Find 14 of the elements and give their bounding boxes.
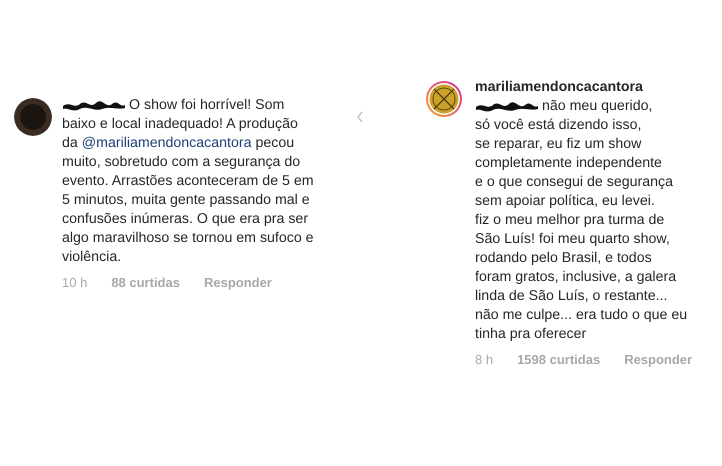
mention-link[interactable]: @mariliamendoncacantora [82,135,252,151]
comment-time: 8 h [475,351,494,369]
comment-text: não meu querido, só você está dizendo isso, se reparar, eu fiz um show completamente independente e o que consegui de segurança sem apoiar política, eu levei. fiz o meu melhor pra turma de São Luís! foi meu quarto show, rodando pelo Brasil, e todos foram gratos, inclusive, a galera linda de São Luís, o restante... não me culpe... era tudo o que eu tinha pra oferecer [475,97,688,344]
avatar[interactable] [14,98,52,136]
reply-link[interactable]: Responder [624,350,692,369]
comment-text: O show foi horrível! Som baixo e local inadequado! A produção da @mariliamendoncacantora pecou muito, sobretudo com a segurança do evento. Arrastões aconteceram de 5 em 5 minutos, muita gente passando mal e confusões inúmeras. O que era pra ser algo maravilhoso se tornou em sufoco e violência. [62,96,314,267]
username[interactable]: mariliamendoncacantora [475,78,643,97]
likes-count[interactable]: 1598 curtidas [517,350,600,369]
avatar[interactable] [425,80,463,118]
comment-time: 10 h [62,274,88,292]
redaction-scribble [62,99,126,111]
redaction-scribble [475,100,539,112]
reply-link[interactable]: Responder [204,273,272,292]
likes-count[interactable]: 88 curtidas [111,273,180,292]
